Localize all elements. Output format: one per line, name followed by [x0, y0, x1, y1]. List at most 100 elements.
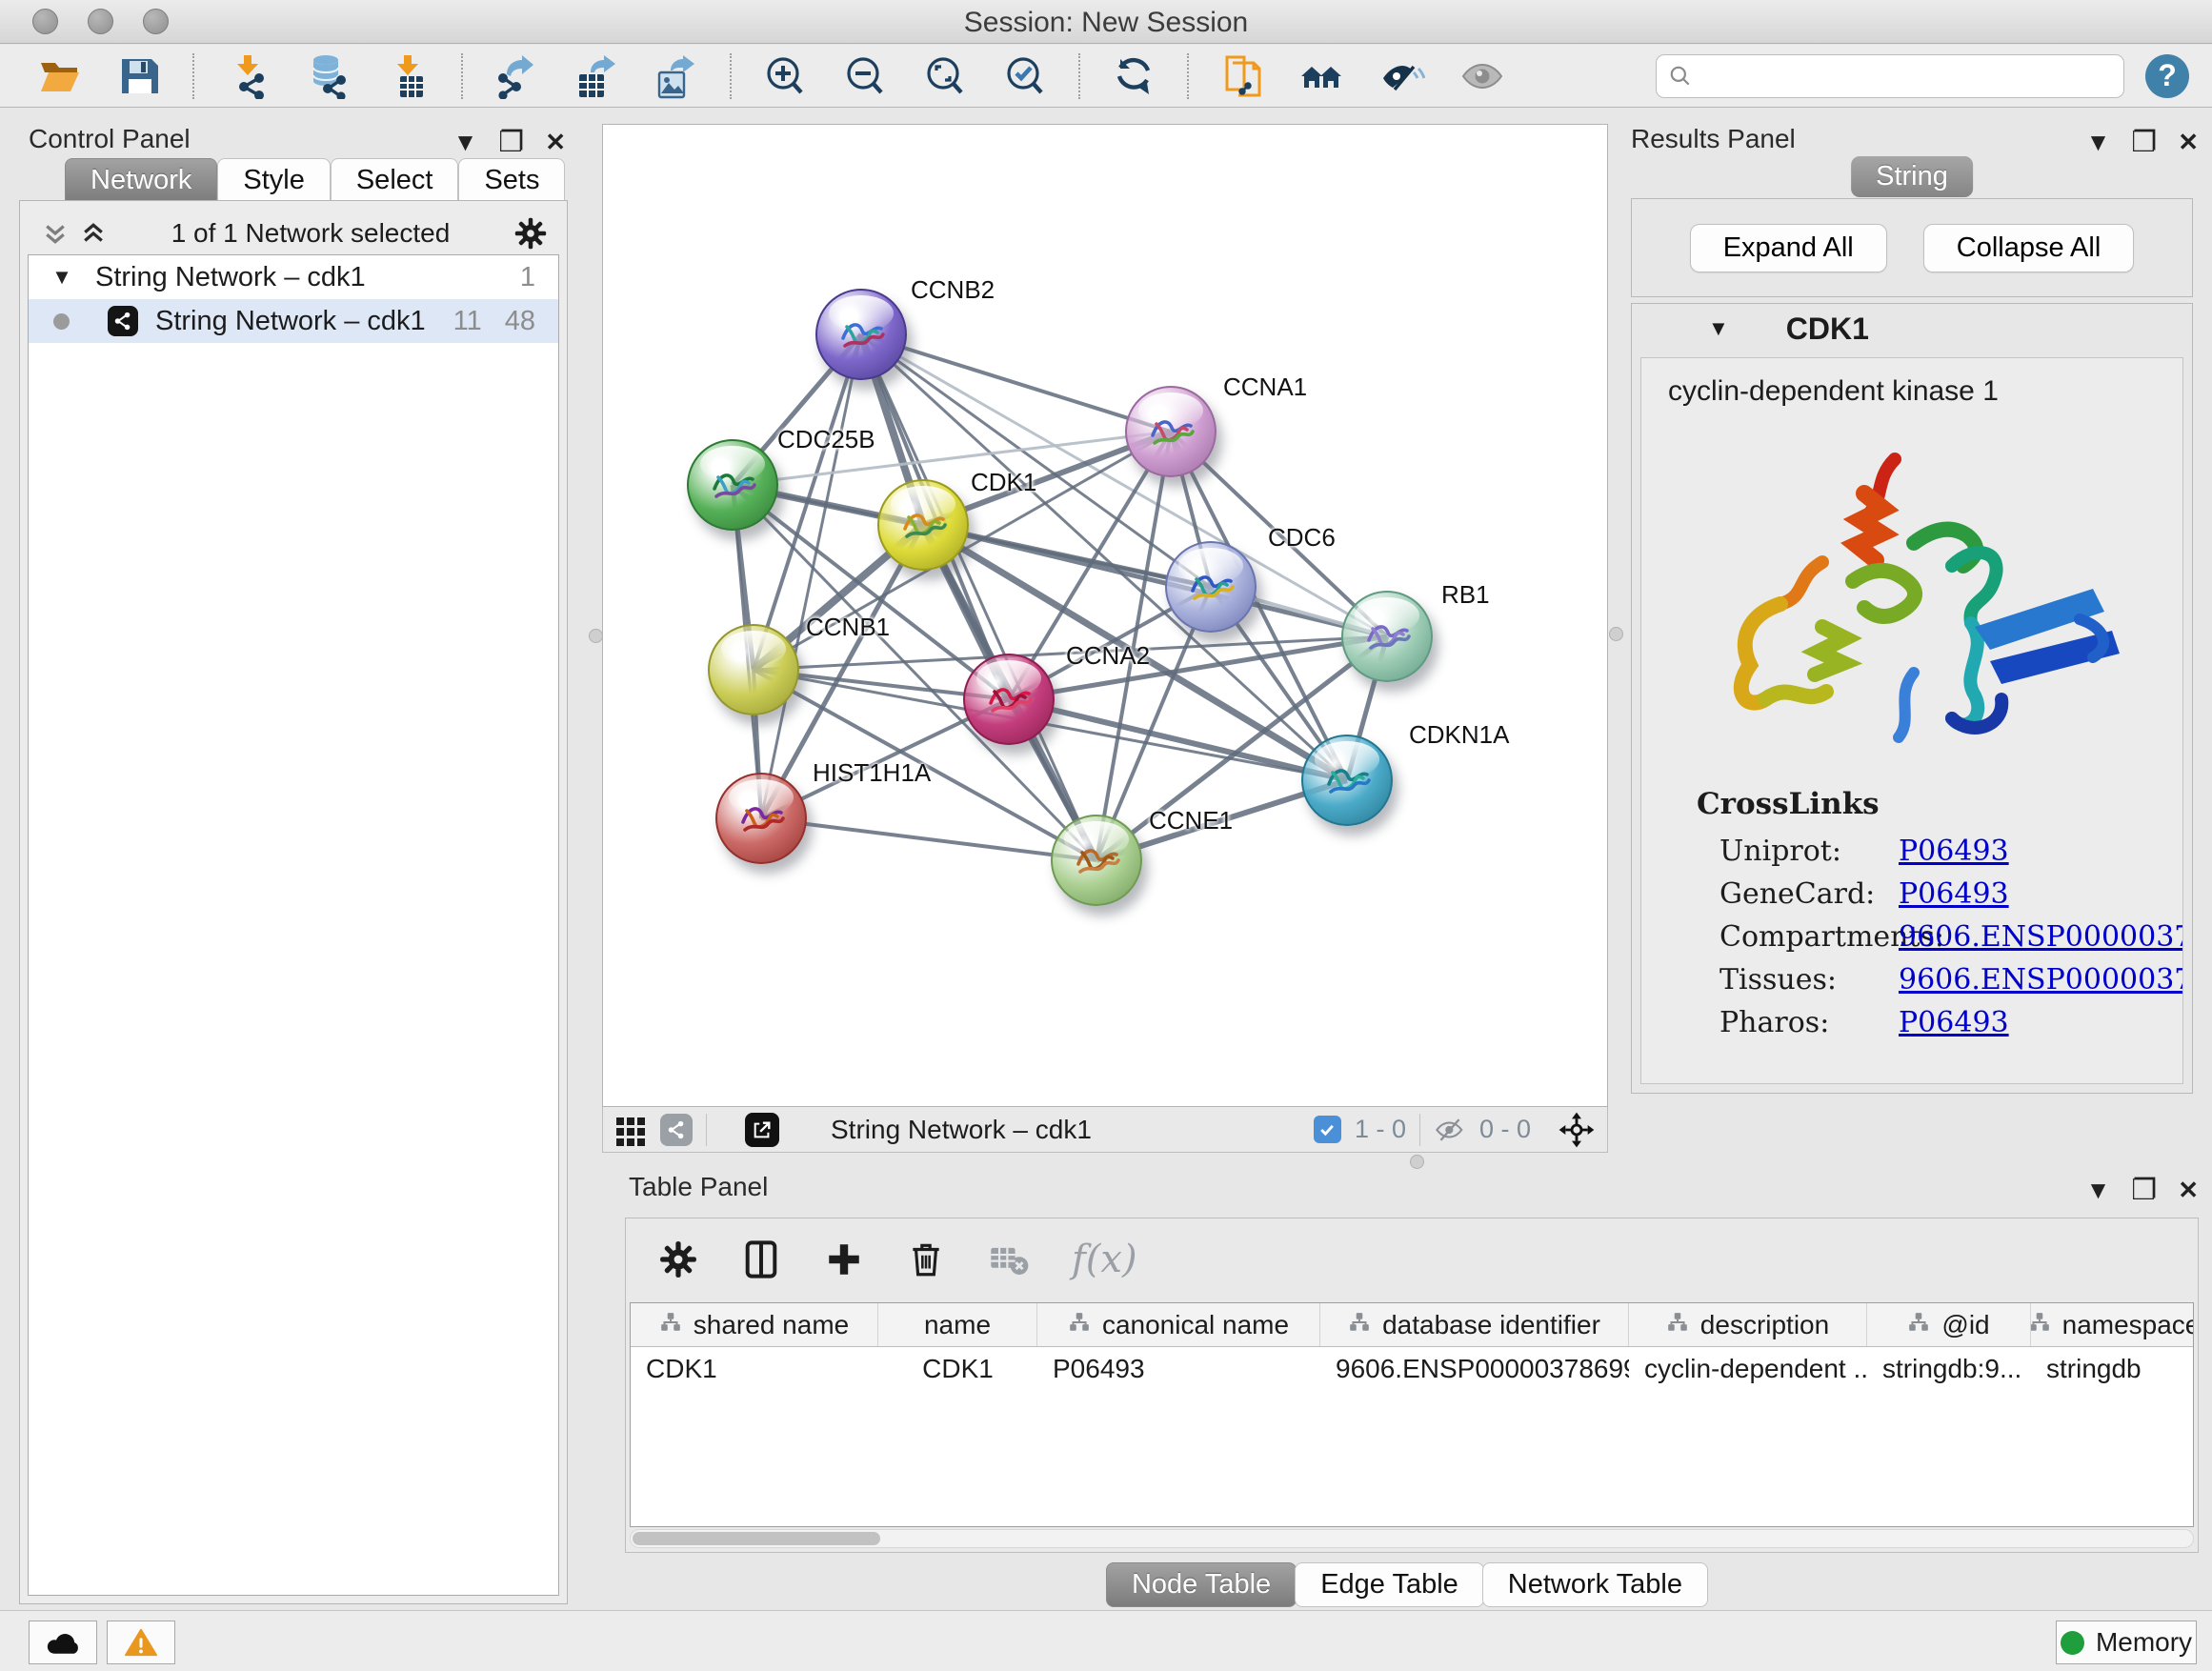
show-columns-icon[interactable]	[740, 1238, 782, 1280]
delete-column-icon[interactable]	[906, 1239, 946, 1279]
open-in-browser-icon[interactable]	[745, 1113, 779, 1147]
network-row[interactable]: String Network – cdk1 11 48	[29, 299, 558, 343]
zoom-out-icon[interactable]	[835, 50, 895, 103]
splitter-handle[interactable]	[1609, 627, 1623, 641]
show-graphics-icon[interactable]	[1453, 50, 1512, 103]
network-type-share-icon[interactable]	[660, 1114, 693, 1146]
gene-section-header[interactable]: ▼ CDK1	[1632, 304, 2192, 353]
protein-node-cdc6[interactable]	[1165, 541, 1257, 633]
import-network-file-icon[interactable]	[218, 50, 277, 103]
refresh-icon[interactable]	[1104, 50, 1163, 103]
help-icon[interactable]: ?	[2145, 54, 2189, 98]
network-edge[interactable]	[761, 818, 1096, 860]
tab-sets[interactable]: Sets	[458, 158, 565, 202]
panel-float-icon[interactable]: ❐	[498, 126, 524, 159]
protein-node-cdc25b[interactable]	[687, 439, 778, 531]
table-cell[interactable]: stringdb	[2031, 1347, 2194, 1391]
create-column-icon[interactable]	[824, 1239, 864, 1279]
crosslink-link[interactable]: P06493	[1899, 835, 2009, 868]
tab-edge-table[interactable]: Edge Table	[1295, 1562, 1484, 1607]
panel-menu-icon[interactable]: ▼	[2086, 1176, 2111, 1205]
panel-float-icon[interactable]: ❐	[2131, 126, 2157, 159]
expand-all-icon[interactable]	[79, 219, 108, 248]
zoom-in-icon[interactable]	[755, 50, 814, 103]
houses-icon[interactable]	[1293, 50, 1352, 103]
panel-menu-icon[interactable]: ▼	[2086, 128, 2111, 157]
crosslink-link[interactable]: 9606.ENSP00000378699	[1899, 963, 2183, 997]
column-header-canonical-name[interactable]: canonical name	[1037, 1303, 1320, 1346]
zoom-fit-icon[interactable]	[915, 50, 975, 103]
splitter-handle[interactable]	[589, 629, 603, 643]
network-options-gear-icon[interactable]	[513, 216, 548, 251]
documents-icon[interactable]	[1213, 50, 1272, 103]
table-cell[interactable]: P06493	[1037, 1347, 1320, 1391]
search-input[interactable]	[1656, 54, 2124, 98]
protein-node-cdkn1a[interactable]	[1301, 735, 1393, 826]
cloud-status-icon[interactable]	[29, 1621, 97, 1664]
delete-table-icon[interactable]	[988, 1238, 1030, 1280]
protein-node-hist1h1a[interactable]	[715, 773, 807, 864]
selected-checkbox-icon[interactable]	[1314, 1116, 1341, 1143]
protein-node-ccne1[interactable]	[1051, 815, 1142, 906]
protein-node-rb1[interactable]	[1341, 591, 1433, 682]
network-edge[interactable]	[761, 334, 861, 818]
splitter-handle[interactable]	[1410, 1155, 1424, 1169]
export-network-icon[interactable]	[487, 50, 546, 103]
zoom-selected-icon[interactable]	[995, 50, 1055, 103]
panel-close-icon[interactable]: ✕	[545, 128, 566, 157]
export-table-icon[interactable]	[567, 50, 626, 103]
tab-network[interactable]: Network	[65, 158, 217, 202]
table-cell[interactable]: cyclin-dependent ...	[1629, 1347, 1867, 1391]
column-header-shared-name[interactable]: shared name	[631, 1303, 878, 1346]
panel-close-icon[interactable]: ✕	[2178, 128, 2199, 157]
tab-node-table[interactable]: Node Table	[1106, 1562, 1297, 1607]
import-network-database-icon[interactable]	[298, 50, 357, 103]
tab-string[interactable]: String	[1851, 156, 1973, 197]
protein-node-ccnb1[interactable]	[708, 624, 799, 715]
hide-graphics-icon[interactable]	[1373, 50, 1432, 103]
export-image-icon[interactable]	[647, 50, 706, 103]
crosslink-link[interactable]: P06493	[1899, 1006, 2009, 1039]
column-header-description[interactable]: description	[1629, 1303, 1867, 1346]
network-edge[interactable]	[861, 334, 1171, 432]
tab-style[interactable]: Style	[217, 158, 330, 202]
network-collection-row[interactable]: ▼ String Network – cdk1 1	[29, 255, 558, 299]
collapse-all-icon[interactable]	[41, 219, 70, 248]
column-header-database-identifier[interactable]: database identifier	[1320, 1303, 1629, 1346]
expand-all-button[interactable]: Expand All	[1690, 224, 1887, 272]
tab-select[interactable]: Select	[331, 158, 459, 202]
scrollbar-thumb[interactable]	[633, 1532, 880, 1545]
table-row[interactable]: CDK1CDK1P064939606.ENSP00000378699cyclin…	[631, 1347, 2193, 1391]
network-canvas[interactable]: CCNB2CCNA1CDC25BCDK1CDC6RB1CCNB1CCNA2CDK…	[602, 124, 1608, 1107]
protein-node-ccna2[interactable]	[963, 654, 1055, 745]
tab-network-table[interactable]: Network Table	[1482, 1562, 1708, 1607]
search-field[interactable]	[1702, 61, 2112, 91]
panel-float-icon[interactable]: ❐	[2131, 1174, 2157, 1207]
horizontal-scrollbar[interactable]	[630, 1529, 2194, 1548]
memory-button[interactable]: Memory	[2056, 1621, 2197, 1664]
table-cell[interactable]: 9606.ENSP00000378699	[1320, 1347, 1629, 1391]
column-header-id[interactable]: @id	[1867, 1303, 2031, 1346]
panel-menu-icon[interactable]: ▼	[453, 128, 478, 157]
protein-node-cdk1[interactable]	[877, 479, 969, 571]
column-header-namespace[interactable]: namespace	[2031, 1303, 2194, 1346]
warning-icon[interactable]	[107, 1621, 175, 1664]
function-builder-icon[interactable]: f(x)	[1072, 1238, 1137, 1281]
panel-close-icon[interactable]: ✕	[2178, 1176, 2199, 1205]
pan-crosshair-icon[interactable]	[1558, 1111, 1596, 1149]
import-table-icon[interactable]	[378, 50, 437, 103]
open-session-icon[interactable]	[30, 50, 89, 103]
protein-node-ccnb2[interactable]	[815, 289, 907, 380]
collapse-all-button[interactable]: Collapse All	[1923, 224, 2135, 272]
collapse-section-icon[interactable]: ▼	[1708, 316, 1729, 341]
birds-eye-grid-icon[interactable]	[614, 1114, 647, 1146]
table-options-gear-icon[interactable]	[658, 1239, 698, 1279]
table-cell[interactable]: CDK1	[631, 1347, 878, 1391]
column-header-name[interactable]: name	[878, 1303, 1037, 1346]
node-table[interactable]: shared namenamecanonical namedatabase id…	[630, 1302, 2194, 1527]
crosslink-link[interactable]: 9606.ENSP00000378699	[1899, 920, 2183, 954]
table-cell[interactable]: stringdb:9...	[1867, 1347, 2031, 1391]
table-cell[interactable]: CDK1	[878, 1347, 1037, 1391]
tree-expand-icon[interactable]: ▼	[46, 265, 78, 290]
save-session-icon[interactable]	[110, 50, 169, 103]
